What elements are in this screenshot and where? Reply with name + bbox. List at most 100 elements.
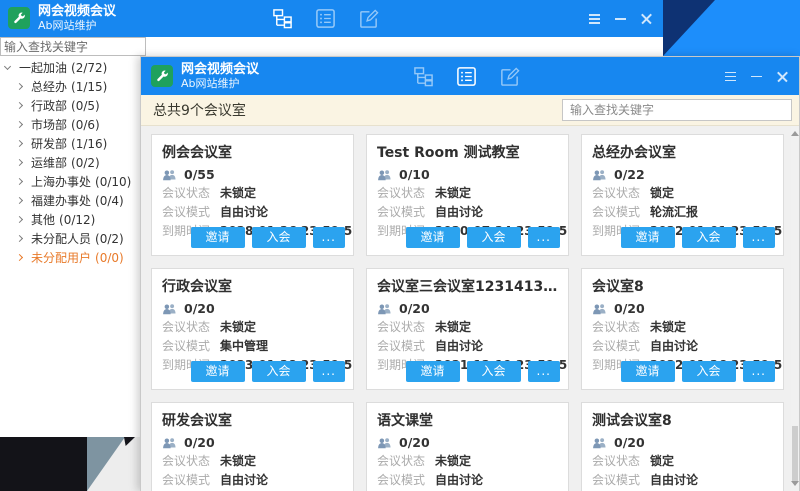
edit-icon[interactable] xyxy=(358,8,379,29)
tree-item-yunweibu[interactable]: 运维部 (0/2) xyxy=(0,153,146,172)
close-icon[interactable] xyxy=(640,12,653,25)
tree-item-unassigned-users[interactable]: 未分配用户 (0/0) xyxy=(0,248,146,267)
room-card: 会议室三会议室123141324141三会议室 0/20 会议状态未锁定 会议模… xyxy=(366,268,569,390)
minimize-icon[interactable] xyxy=(614,12,627,25)
room-name: 研发会议室 xyxy=(162,410,343,430)
chevron-right-icon xyxy=(16,83,23,90)
org-chart-icon[interactable] xyxy=(413,66,434,87)
room-mode: 集中管理 xyxy=(220,339,268,354)
room-mode: 自由讨论 xyxy=(650,339,698,354)
tree-item-shichangbu[interactable]: 市场部 (0/6) xyxy=(0,115,146,134)
room-card: Test Room 测试教室 0/10 会议状态未锁定 会议模式自由讨论 到期时… xyxy=(366,134,569,256)
people-icon xyxy=(592,303,607,315)
join-button[interactable]: 入会 xyxy=(682,227,736,248)
room-mode: 自由讨论 xyxy=(435,205,483,220)
join-button[interactable]: 入会 xyxy=(467,227,521,248)
occupancy: 0/20 xyxy=(184,435,215,450)
list-icon[interactable] xyxy=(315,8,336,29)
more-button[interactable]: ... xyxy=(528,361,560,382)
fg-window-controls xyxy=(724,57,789,95)
chevron-right-icon xyxy=(16,216,23,223)
minimize-icon[interactable] xyxy=(750,70,763,83)
fg-app-title: 网会视频会议 xyxy=(181,62,259,77)
menu-icon[interactable] xyxy=(588,12,601,25)
room-name: 总经办会议室 xyxy=(592,142,773,162)
occupancy: 0/20 xyxy=(399,301,430,316)
desktop-wallpaper-black xyxy=(0,437,87,491)
more-button[interactable]: ... xyxy=(743,361,775,382)
scroll-down-icon[interactable] xyxy=(791,481,799,486)
people-icon xyxy=(592,169,607,181)
invite-button[interactable]: 邀请 xyxy=(406,227,460,248)
room-card: 会议室8 0/20 会议状态未锁定 会议模式自由讨论 到期时间2022-01-2… xyxy=(581,268,784,390)
tree-item-xingzhengbu[interactable]: 行政部 (0/5) xyxy=(0,96,146,115)
join-button[interactable]: 入会 xyxy=(252,227,306,248)
room-list: 例会会议室 0/55 会议状态未锁定 会议模式自由讨论 到期时间2028-01-… xyxy=(141,126,791,491)
room-card: 测试会议室8 0/20 会议状态锁定 会议模式自由讨论 到期时间2021-06-… xyxy=(581,402,784,491)
summary-bar: 总共9个会议室 xyxy=(141,95,799,126)
invite-button[interactable]: 邀请 xyxy=(621,361,675,382)
people-icon xyxy=(162,437,177,449)
room-card: 例会会议室 0/55 会议状态未锁定 会议模式自由讨论 到期时间2028-01-… xyxy=(151,134,354,256)
join-button[interactable]: 入会 xyxy=(252,361,306,382)
menu-icon[interactable] xyxy=(724,70,737,83)
tree-item-qita[interactable]: 其他 (0/12) xyxy=(0,210,146,229)
chevron-right-icon xyxy=(16,140,23,147)
people-icon xyxy=(162,303,177,315)
room-status: 未锁定 xyxy=(650,320,686,335)
tree-item-yanfabu[interactable]: 研发部 (1/16) xyxy=(0,134,146,153)
edit-icon[interactable] xyxy=(499,66,520,87)
room-count-summary: 总共9个会议室 xyxy=(153,100,246,120)
sidebar-search-input[interactable] xyxy=(0,37,146,56)
list-icon[interactable] xyxy=(456,66,477,87)
org-chart-icon[interactable] xyxy=(272,8,293,29)
tree-root-label: 一起加油 xyxy=(19,59,67,76)
invite-button[interactable]: 邀请 xyxy=(191,227,245,248)
room-name: 语文课堂 xyxy=(377,410,558,430)
scroll-up-icon[interactable] xyxy=(791,131,799,136)
occupancy: 0/20 xyxy=(184,301,215,316)
tree-item-unassigned-staff[interactable]: 未分配人员 (0/2) xyxy=(0,229,146,248)
invite-button[interactable]: 邀请 xyxy=(621,227,675,248)
room-card: 行政会议室 0/20 会议状态未锁定 会议模式集中管理 到期时间2023-01-… xyxy=(151,268,354,390)
more-button[interactable]: ... xyxy=(313,361,345,382)
occupancy: 0/10 xyxy=(399,167,430,182)
scrollbar-thumb[interactable] xyxy=(792,426,798,481)
room-mode: 自由讨论 xyxy=(220,205,268,220)
more-button[interactable]: ... xyxy=(528,227,560,248)
app-logo-wrench-icon xyxy=(151,65,173,87)
org-tree: 一起加油 (2/72) 总经办 (1/15) 行政部 (0/5) 市场部 (0/… xyxy=(0,58,146,267)
chevron-right-icon xyxy=(16,235,23,242)
room-name: 行政会议室 xyxy=(162,276,343,296)
more-button[interactable]: ... xyxy=(313,227,345,248)
fg-app-subtitle: Ab网站维护 xyxy=(181,77,259,90)
tree-root[interactable]: 一起加油 (2/72) xyxy=(0,58,146,77)
occupancy: 0/20 xyxy=(614,301,645,316)
room-mode: 自由讨论 xyxy=(435,339,483,354)
room-status: 未锁定 xyxy=(220,454,256,469)
fg-toolbar xyxy=(413,66,520,87)
tree-item-fujian[interactable]: 福建办事处 (0/4) xyxy=(0,191,146,210)
room-name: 会议室8 xyxy=(592,276,773,296)
fg-title-bar[interactable]: 网会视频会议 Ab网站维护 xyxy=(141,57,799,95)
join-button[interactable]: 入会 xyxy=(467,361,521,382)
invite-button[interactable]: 邀请 xyxy=(191,361,245,382)
invite-button[interactable]: 邀请 xyxy=(406,361,460,382)
screen: 网会视频会议 Ab网站维护 一起加油 (2/72) xyxy=(0,0,800,491)
more-button[interactable]: ... xyxy=(743,227,775,248)
tree-item-shanghai[interactable]: 上海办事处 (0/10) xyxy=(0,172,146,191)
occupancy: 0/55 xyxy=(184,167,215,182)
room-status: 未锁定 xyxy=(435,320,471,335)
close-icon[interactable] xyxy=(776,70,789,83)
vertical-scrollbar[interactable] xyxy=(791,126,799,491)
people-icon xyxy=(377,169,392,181)
join-button[interactable]: 入会 xyxy=(682,361,736,382)
tree-item-zongjingban[interactable]: 总经办 (1/15) xyxy=(0,77,146,96)
room-name: Test Room 测试教室 xyxy=(377,142,558,162)
chevron-down-icon xyxy=(4,63,11,70)
chevron-right-icon xyxy=(16,254,23,261)
bg-app-title: 网会视频会议 xyxy=(38,4,116,19)
people-icon xyxy=(162,169,177,181)
bg-title-bar[interactable]: 网会视频会议 Ab网站维护 xyxy=(0,0,663,37)
room-search-input[interactable] xyxy=(562,99,792,121)
